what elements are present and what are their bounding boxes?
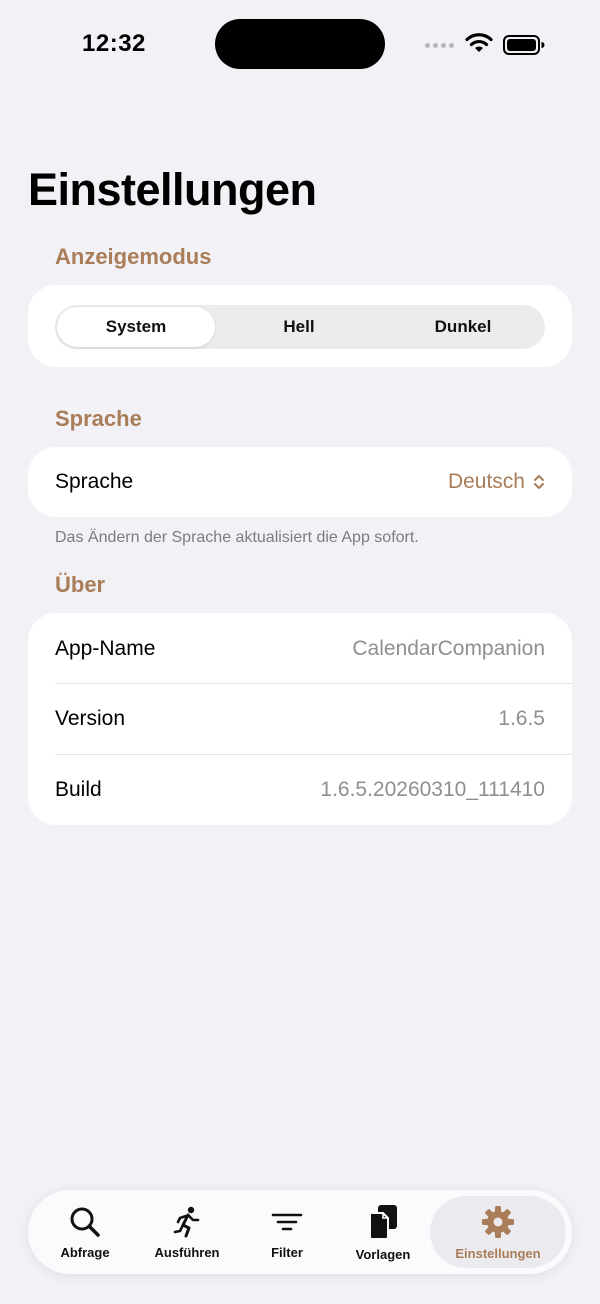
segment-dunkel[interactable]: Dunkel [381, 305, 545, 349]
build-value: 1.6.5.20260310_111410 [320, 778, 545, 801]
segment-system[interactable]: System [57, 307, 215, 347]
status-time: 12:32 [82, 30, 146, 57]
cellular-signal-icon [425, 43, 454, 48]
version-value: 1.6.5 [498, 707, 545, 730]
documents-icon [369, 1204, 397, 1240]
filter-lines-icon [271, 1213, 303, 1230]
running-figure-icon [173, 1206, 200, 1237]
gear-icon [482, 1205, 514, 1238]
section-title-display-mode: Anzeigemodus [55, 244, 212, 269]
language-card: Sprache Deutsch [28, 447, 572, 517]
chevron-up-down-icon [534, 475, 544, 489]
status-bar: 12:32 [0, 0, 600, 90]
build-label: Build [55, 778, 102, 801]
tab-einstellungen[interactable]: Einstellungen [430, 1196, 566, 1268]
display-mode-card: System Hell Dunkel [28, 285, 572, 367]
display-mode-segmented-control[interactable]: System Hell Dunkel [55, 305, 545, 349]
about-row-app-name: App-Name CalendarCompanion [55, 614, 545, 684]
tab-abfrage[interactable]: Abfrage [40, 1190, 130, 1274]
app-name-label: App-Name [55, 637, 156, 660]
segment-hell[interactable]: Hell [217, 305, 381, 349]
dynamic-island [215, 19, 385, 69]
about-row-version: Version 1.6.5 [55, 684, 545, 754]
tab-label: Abfrage [60, 1244, 110, 1260]
language-row-label: Sprache [55, 470, 134, 493]
language-picker[interactable]: Deutsch [448, 470, 545, 494]
tab-bar: Abfrage Ausführen Filter Vorlagen Einste… [28, 1190, 572, 1274]
tab-vorlagen[interactable]: Vorlagen [338, 1190, 428, 1274]
language-row[interactable]: Sprache Deutsch [55, 447, 545, 517]
tab-ausfuehren[interactable]: Ausführen [142, 1190, 232, 1274]
page-title: Einstellungen [28, 164, 317, 215]
version-label: Version [55, 707, 126, 730]
tab-label: Vorlagen [355, 1246, 411, 1262]
section-title-about: Über [55, 572, 106, 597]
battery-icon [503, 35, 545, 55]
language-footnote: Das Ändern der Sprache aktualisiert die … [55, 529, 419, 546]
language-picker-value: Deutsch [447, 470, 525, 493]
tab-label: Filter [271, 1244, 303, 1260]
tab-label: Ausführen [154, 1244, 220, 1260]
about-card: App-Name CalendarCompanion Version 1.6.5… [28, 613, 572, 825]
magnifyingglass-icon [70, 1207, 100, 1237]
section-title-language: Sprache [55, 406, 142, 431]
wifi-icon [465, 33, 493, 52]
app-name-value: CalendarCompanion [352, 637, 545, 660]
tab-label: Einstellungen [455, 1245, 541, 1261]
tab-filter[interactable]: Filter [242, 1190, 332, 1274]
about-row-build: Build 1.6.5.20260310_111410 [55, 755, 545, 825]
